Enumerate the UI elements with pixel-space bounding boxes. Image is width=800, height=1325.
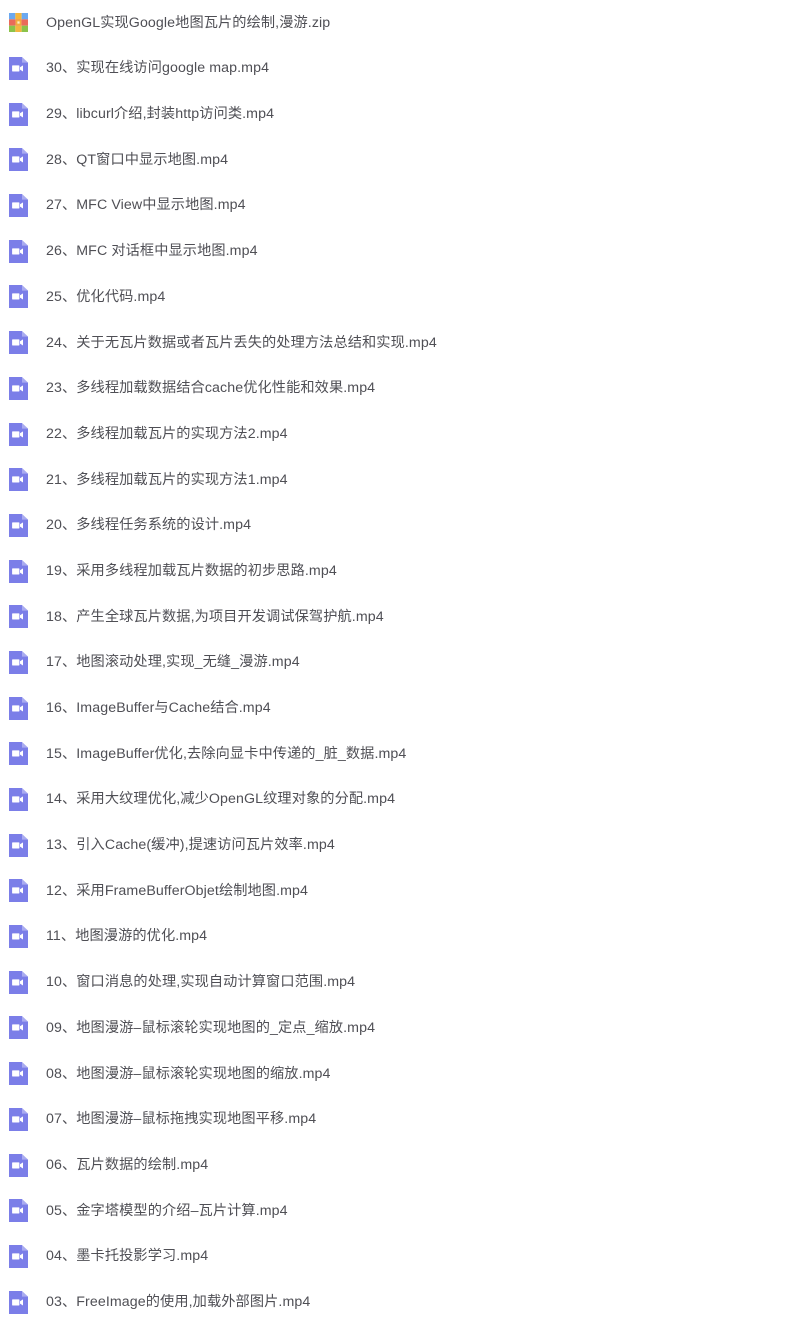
file-row[interactable]: 16、ImageBuffer与Cache结合.mp4 [0, 685, 800, 731]
file-name-label: 25、优化代码.mp4 [46, 288, 166, 305]
file-name-label: 21、多线程加载瓦片的实现方法1.mp4 [46, 471, 288, 488]
file-row[interactable]: 19、采用多线程加载瓦片数据的初步思路.mp4 [0, 548, 800, 594]
file-name-label: 29、libcurl介绍,封装http访问类.mp4 [46, 106, 275, 123]
video-file-icon [9, 1290, 28, 1314]
file-name-label: OpenGL实现Google地图瓦片的绘制,漫游.zip [46, 14, 331, 31]
file-row[interactable]: 14、采用大纹理优化,减少OpenGL纹理对象的分配.mp4 [0, 776, 800, 823]
file-row[interactable]: 20、多线程任务系统的设计.mp4 [0, 502, 800, 549]
file-row[interactable]: 29、libcurl介绍,封装http访问类.mp4 [0, 91, 800, 138]
video-file-icon [9, 57, 28, 81]
file-row[interactable]: 09、地图漫游–鼠标滚轮实现地图的_定点_缩放.mp4 [0, 1005, 800, 1051]
file-row[interactable]: 06、瓦片数据的绘制.mp4 [0, 1142, 800, 1188]
file-name-label: 16、ImageBuffer与Cache结合.mp4 [46, 700, 271, 717]
video-file-icon [9, 696, 28, 720]
file-row[interactable]: 22、多线程加载瓦片的实现方法2.mp4 [0, 411, 800, 457]
video-file-icon [9, 833, 28, 857]
file-row[interactable]: 25、优化代码.mp4 [0, 274, 800, 320]
file-name-label: 19、采用多线程加载瓦片数据的初步思路.mp4 [46, 562, 337, 579]
video-file-icon [9, 468, 28, 492]
file-name-label: 18、产生全球瓦片数据,为项目开发调试保驾护航.mp4 [46, 608, 384, 625]
file-name-label: 05、金字塔模型的介绍–瓦片计算.mp4 [46, 1202, 288, 1219]
video-file-icon [9, 239, 28, 263]
file-name-label: 10、窗口消息的处理,实现自动计算窗口范围.mp4 [46, 974, 356, 991]
file-name-label: 08、地图漫游–鼠标滚轮实现地图的缩放.mp4 [46, 1065, 331, 1082]
file-row[interactable]: 04、墨卡托投影学习.mp4 [0, 1233, 800, 1280]
video-file-icon [9, 788, 28, 812]
file-row[interactable]: 12、采用FrameBufferObjet绘制地图.mp4 [0, 868, 800, 914]
file-row[interactable]: 24、关于无瓦片数据或者瓦片丢失的处理方法总结和实现.mp4 [0, 319, 800, 366]
video-file-icon [9, 1016, 28, 1040]
file-name-label: 07、地图漫游–鼠标拖拽实现地图平移.mp4 [46, 1111, 317, 1128]
file-row[interactable]: 28、QT窗口中显示地图.mp4 [0, 137, 800, 183]
file-name-label: 30、实现在线访问google map.mp4 [46, 60, 270, 77]
file-row[interactable]: 07、地图漫游–鼠标拖拽实现地图平移.mp4 [0, 1096, 800, 1143]
file-name-label: 14、采用大纹理优化,减少OpenGL纹理对象的分配.mp4 [46, 791, 396, 808]
video-file-icon [9, 925, 28, 949]
video-file-icon [9, 102, 28, 126]
video-file-icon [9, 331, 28, 355]
video-file-icon [9, 879, 28, 903]
file-row[interactable]: 05、金字塔模型的介绍–瓦片计算.mp4 [0, 1187, 800, 1234]
file-row[interactable]: 30、实现在线访问google map.mp4 [0, 45, 800, 92]
file-row[interactable]: 26、MFC 对话框中显示地图.mp4 [0, 228, 800, 275]
file-name-label: 04、墨卡托投影学习.mp4 [46, 1248, 209, 1265]
file-row[interactable]: OpenGL实现Google地图瓦片的绘制,漫游.zip [0, 0, 800, 46]
video-file-icon [9, 970, 28, 994]
file-name-label: 22、多线程加载瓦片的实现方法2.mp4 [46, 425, 288, 442]
file-name-label: 28、QT窗口中显示地图.mp4 [46, 151, 229, 168]
file-name-label: 11、地图漫游的优化.mp4 [46, 928, 208, 945]
file-name-label: 23、多线程加载数据结合cache优化性能和效果.mp4 [46, 380, 376, 397]
zip-archive-icon [9, 11, 28, 34]
video-file-icon [9, 559, 28, 583]
file-name-label: 03、FreeImage的使用,加载外部图片.mp4 [46, 1293, 311, 1310]
file-name-label: 13、引入Cache(缓冲),提速访问瓦片效率.mp4 [46, 837, 335, 854]
video-file-icon [9, 194, 28, 218]
file-name-label: 26、MFC 对话框中显示地图.mp4 [46, 243, 258, 260]
video-file-icon [9, 513, 28, 537]
file-row[interactable]: 23、多线程加载数据结合cache优化性能和效果.mp4 [0, 365, 800, 412]
file-row[interactable]: 27、MFC View中显示地图.mp4 [0, 182, 800, 229]
file-row[interactable]: 13、引入Cache(缓冲),提速访问瓦片效率.mp4 [0, 822, 800, 869]
file-name-label: 15、ImageBuffer优化,去除向显卡中传递的_脏_数据.mp4 [46, 745, 407, 762]
video-file-icon [9, 148, 28, 172]
file-name-label: 12、采用FrameBufferObjet绘制地图.mp4 [46, 882, 309, 899]
file-row[interactable]: 17、地图滚动处理,实现_无缝_漫游.mp4 [0, 639, 800, 686]
file-row[interactable]: 15、ImageBuffer优化,去除向显卡中传递的_脏_数据.mp4 [0, 731, 800, 777]
video-file-icon [9, 605, 28, 629]
video-file-icon [9, 742, 28, 766]
file-row[interactable]: 03、FreeImage的使用,加载外部图片.mp4 [0, 1279, 800, 1325]
video-file-icon [9, 1153, 28, 1177]
file-list[interactable]: OpenGL实现Google地图瓦片的绘制,漫游.zip 30、实现在线访问goo… [0, 0, 800, 1325]
file-row[interactable]: 10、窗口消息的处理,实现自动计算窗口范围.mp4 [0, 959, 800, 1006]
file-name-label: 20、多线程任务系统的设计.mp4 [46, 517, 252, 534]
video-file-icon [9, 1107, 28, 1131]
file-name-label: 17、地图滚动处理,实现_无缝_漫游.mp4 [46, 654, 300, 671]
video-file-icon [9, 376, 28, 400]
video-file-icon [9, 650, 28, 674]
file-row[interactable]: 21、多线程加载瓦片的实现方法1.mp4 [0, 456, 800, 503]
file-row[interactable]: 11、地图漫游的优化.mp4 [0, 913, 800, 960]
video-file-icon [9, 1244, 28, 1268]
file-name-label: 06、瓦片数据的绘制.mp4 [46, 1156, 209, 1173]
file-name-label: 24、关于无瓦片数据或者瓦片丢失的处理方法总结和实现.mp4 [46, 334, 437, 351]
file-name-label: 09、地图漫游–鼠标滚轮实现地图的_定点_缩放.mp4 [46, 1019, 376, 1036]
video-file-icon [9, 1199, 28, 1223]
video-file-icon [9, 1062, 28, 1086]
file-row[interactable]: 18、产生全球瓦片数据,为项目开发调试保驾护航.mp4 [0, 593, 800, 640]
video-file-icon [9, 422, 28, 446]
video-file-icon [9, 285, 28, 309]
file-row[interactable]: 08、地图漫游–鼠标滚轮实现地图的缩放.mp4 [0, 1050, 800, 1097]
file-name-label: 27、MFC View中显示地图.mp4 [46, 197, 246, 214]
